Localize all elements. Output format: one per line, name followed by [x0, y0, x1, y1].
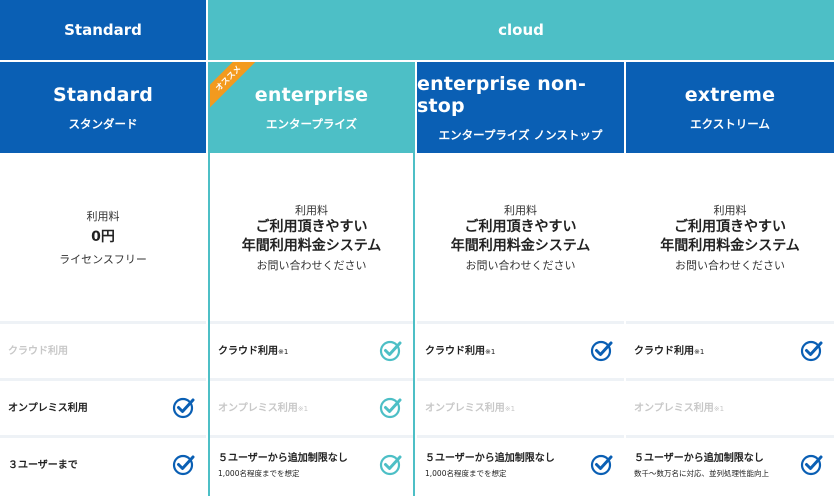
feature-text: クラウド利用※1	[425, 346, 496, 357]
price-main-line-2: 年間利用料金システム	[450, 237, 591, 254]
plan-column-extreme: extreme エクストリーム 利用料 ご利用頂きやすい 年間利用料金システム …	[626, 62, 834, 496]
price-label: 利用料	[86, 209, 120, 223]
check-icon	[172, 454, 195, 475]
price-label: 利用料	[504, 203, 537, 217]
feature-text: オンプレミス利用※1	[634, 403, 725, 414]
plan-name: enterprise	[254, 83, 369, 106]
price-cell: 利用料 ご利用頂きやすい 年間利用料金システム お問い合わせください	[210, 153, 413, 321]
price-sub: ライセンスフリー	[59, 252, 147, 266]
feature-text: ５ユーザーから追加制限なし	[634, 452, 764, 464]
category-cloud: cloud	[208, 0, 834, 60]
feature-row-users: ５ユーザーから追加制限なし 1,000名程度までを想定	[210, 435, 413, 489]
check-icon	[172, 397, 195, 418]
price-sub: お問い合わせください	[256, 258, 367, 272]
check-icon	[379, 397, 402, 418]
check-icon	[800, 454, 823, 475]
check-icon	[379, 454, 402, 475]
category-header-row: Standard cloud	[0, 0, 834, 60]
feature-row-onpremise: オンプレミス利用※1	[626, 378, 834, 432]
price-main-line-2: 年間利用料金システム	[241, 237, 382, 254]
feature-note: 数千～数万名に対応、並列処理性能向上	[634, 468, 769, 478]
price-main: 0円	[91, 228, 115, 245]
plan-kana: エクストリーム	[690, 116, 770, 131]
plan-column-enterprise: オススメ enterprise エンタープライズ 利用料 ご利用頂きやすい 年間…	[208, 62, 415, 496]
feature-row-cloud: クラウド利用※1	[210, 321, 413, 375]
price-cell: 利用料 0円 ライセンスフリー	[0, 153, 206, 321]
price-sub: お問い合わせください	[465, 258, 576, 272]
feature-text: オンプレミス利用※1	[425, 403, 516, 414]
feature-row-onpremise: オンプレミス利用※1	[417, 378, 624, 432]
check-icon	[590, 454, 613, 475]
price-label: 利用料	[295, 203, 328, 217]
plan-header: Standard スタンダード	[0, 62, 206, 153]
feature-row-users: ３ユーザーまで	[0, 435, 206, 489]
category-standard: Standard	[0, 0, 206, 60]
feature-note: 1,000名程度までを想定	[425, 468, 507, 478]
plan-kana: エンタープライズ	[266, 116, 357, 131]
price-cell: 利用料 ご利用頂きやすい 年間利用料金システム お問い合わせください	[626, 153, 834, 321]
feature-text: ５ユーザーから追加制限なし	[218, 452, 348, 464]
plan-kana: スタンダード	[68, 116, 138, 131]
plan-header: enterprise non-stop エンタープライズ ノンストップ	[417, 62, 624, 153]
feature-row-users: ５ユーザーから追加制限なし 1,000名程度までを想定	[417, 435, 624, 489]
plan-kana: エンタープライズ ノンストップ	[438, 127, 603, 142]
feature-text: クラウド利用※1	[634, 346, 705, 357]
price-main-line-1: ご利用頂きやすい	[464, 218, 577, 235]
price-main-line-2: 年間利用料金システム	[660, 237, 800, 254]
price-cell: 利用料 ご利用頂きやすい 年間利用料金システム お問い合わせください	[417, 153, 624, 321]
plan-header: オススメ enterprise エンタープライズ	[210, 62, 413, 153]
feature-text: ３ユーザーまで	[8, 460, 78, 471]
plan-name: extreme	[684, 83, 776, 106]
feature-note: 1,000名程度までを想定	[218, 468, 300, 478]
feature-row-cloud: クラウド利用※1	[626, 321, 834, 375]
plan-column-enterprise-non-stop: enterprise non-stop エンタープライズ ノンストップ 利用料 …	[417, 62, 624, 496]
price-sub: お問い合わせください	[675, 258, 785, 272]
feature-text: クラウド利用※1	[218, 346, 289, 357]
price-main-line-1: ご利用頂きやすい	[255, 218, 368, 235]
feature-row-users: ５ユーザーから追加制限なし 数千～数万名に対応、並列処理性能向上	[626, 435, 834, 489]
price-main-line-1: ご利用頂きやすい	[674, 218, 786, 235]
plan-name: enterprise non-stop	[417, 72, 587, 117]
plan-column-standard: Standard スタンダード 利用料 0円 ライセンスフリー クラウド利用 オ…	[0, 62, 206, 496]
feature-row-onpremise: オンプレミス利用	[0, 378, 206, 432]
feature-text: オンプレミス利用	[8, 403, 88, 414]
check-icon	[800, 340, 823, 361]
feature-text: クラウド利用	[8, 346, 68, 357]
plan-header: extreme エクストリーム	[626, 62, 834, 153]
feature-text: ５ユーザーから追加制限なし	[425, 452, 555, 464]
feature-row-cloud: クラウド利用※1	[417, 321, 624, 375]
plan-name: Standard	[52, 83, 154, 106]
feature-text: オンプレミス利用※1	[218, 403, 309, 414]
check-icon	[590, 340, 613, 361]
feature-row-cloud: クラウド利用	[0, 321, 206, 375]
check-icon	[379, 340, 402, 361]
price-label: 利用料	[713, 203, 747, 217]
feature-row-onpremise: オンプレミス利用※1	[210, 378, 413, 432]
